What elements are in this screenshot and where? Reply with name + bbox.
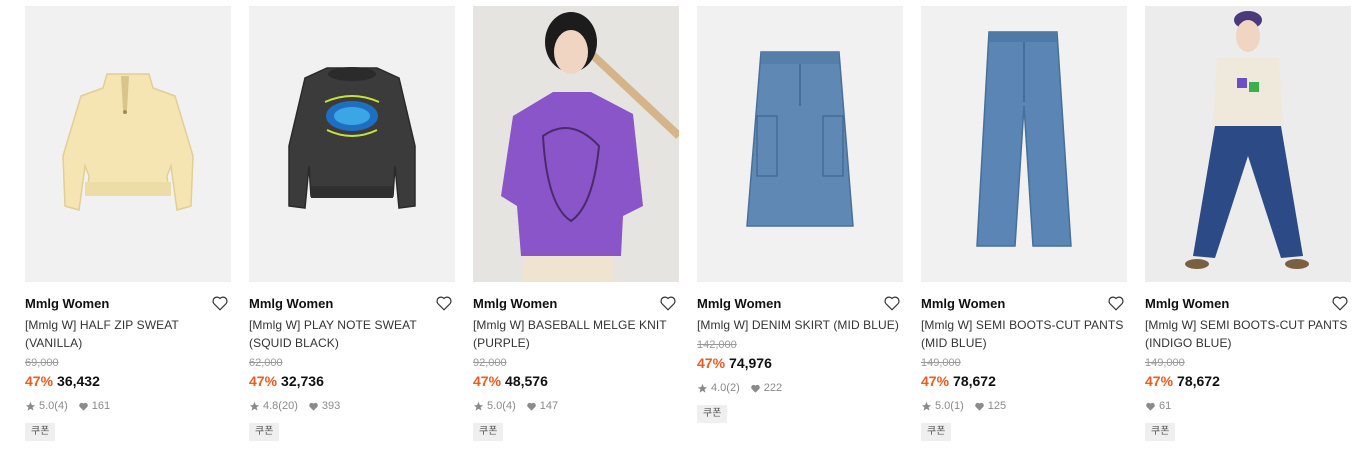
heart-filled-icon — [750, 384, 760, 393]
star-icon — [25, 401, 36, 411]
heart-icon[interactable] — [1107, 294, 1125, 312]
original-price: 62,000 — [249, 357, 283, 369]
product-name[interactable]: [Mmlg W] DENIM SKIRT (MID BLUE) — [697, 316, 903, 334]
discount-rate: 47% — [697, 355, 726, 371]
product-name[interactable]: [Mmlg W] PLAY NOTE SWEAT (SQUID BLACK) — [249, 316, 455, 352]
heart-filled-icon — [974, 402, 984, 411]
product-brand[interactable]: Mmlg Women — [921, 296, 1005, 311]
product-image-baseball-knit[interactable] — [473, 6, 679, 282]
product-brand[interactable]: Mmlg Women — [1145, 296, 1229, 311]
product-card[interactable]: Mmlg Women [Mmlg W] DENIM SKIRT (MID BLU… — [697, 6, 903, 423]
star-icon — [697, 383, 708, 393]
rating-value: 5.0 — [935, 400, 951, 412]
sale-price: 32,736 — [281, 373, 324, 389]
product-image-indigo-pants[interactable] — [1145, 6, 1351, 282]
like-count: 393 — [321, 400, 341, 412]
heart-icon[interactable] — [211, 294, 229, 312]
coupon-badge[interactable]: 쿠폰 — [697, 405, 728, 423]
heart-filled-icon — [309, 402, 318, 411]
product-name[interactable]: [Mmlg W] SEMI BOOTS-CUT PANTS (MID BLUE) — [921, 316, 1127, 352]
sale-price: 74,976 — [729, 355, 772, 371]
denim-skirt-icon — [746, 51, 854, 227]
star-icon — [473, 401, 484, 411]
discount-rate: 47% — [921, 373, 950, 389]
vanilla-half-zip-sweat-icon — [62, 73, 194, 211]
heart-icon[interactable] — [659, 294, 677, 312]
product-brand[interactable]: Mmlg Women — [249, 296, 333, 311]
rating-value: 4.8 — [263, 400, 279, 412]
review-count: (4) — [502, 400, 516, 412]
coupon-badge[interactable]: 쿠폰 — [1145, 423, 1176, 441]
product-meta: 5.0 (1) 125 — [921, 399, 1127, 413]
product-card[interactable]: Mmlg Women [Mmlg W] BASEBALL MELGE KNIT(… — [473, 6, 679, 441]
product-name[interactable]: [Mmlg W] BASEBALL MELGE KNIT (PURPLE) — [473, 316, 679, 352]
sale-price: 36,432 — [57, 373, 100, 389]
heart-filled-icon — [78, 402, 88, 411]
product-meta: 61 — [1145, 399, 1351, 413]
model-purple-knit-photo — [473, 6, 679, 282]
mid-blue-pants-icon — [976, 31, 1072, 247]
original-price: 142,000 — [697, 339, 737, 351]
review-count: (20) — [278, 400, 298, 412]
product-name[interactable]: [Mmlg W] HALF ZIP SWEAT (VANILLA) — [25, 316, 231, 352]
product-meta: 5.0 (4) 161 — [25, 399, 231, 413]
product-card[interactable]: Mmlg Women [Mmlg W] SEMI BOOTS-CUT PANTS… — [1145, 6, 1351, 441]
product-name[interactable]: [Mmlg W] SEMI BOOTS-CUT PANTS (INDIGO BLU… — [1145, 316, 1351, 352]
discount-rate: 47% — [473, 373, 502, 389]
original-price: 149,000 — [1145, 357, 1185, 369]
like-count: 125 — [987, 400, 1007, 412]
like-count: 61 — [1159, 400, 1172, 412]
review-count: (2) — [726, 382, 740, 394]
star-icon — [249, 401, 260, 411]
original-price: 69,000 — [25, 357, 59, 369]
product-brand[interactable]: Mmlg Women — [473, 296, 557, 311]
heart-icon[interactable] — [1331, 294, 1349, 312]
heart-icon[interactable] — [883, 294, 901, 312]
black-play-note-sweat-icon — [288, 67, 416, 209]
review-count: (1) — [950, 400, 964, 412]
like-count: 161 — [91, 400, 111, 412]
product-card[interactable]: Mmlg Women [Mmlg W] PLAY NOTE SWEAT (SQUI… — [249, 6, 455, 441]
discount-rate: 47% — [1145, 373, 1174, 389]
discount-rate: 47% — [25, 373, 54, 389]
rating-value: 5.0 — [487, 400, 503, 412]
coupon-badge[interactable]: 쿠폰 — [249, 423, 280, 441]
rating-value: 4.0 — [711, 382, 727, 394]
product-image-vanilla-sweat[interactable] — [25, 6, 231, 282]
coupon-badge[interactable]: 쿠폰 — [921, 423, 952, 441]
product-image-mid-blue-pants[interactable] — [921, 6, 1127, 282]
discount-rate: 47% — [249, 373, 278, 389]
product-card[interactable]: Mmlg Women [Mmlg W] HALF ZIP SWEAT (VANIL… — [25, 6, 231, 441]
like-count: 147 — [539, 400, 559, 412]
coupon-badge[interactable]: 쿠폰 — [473, 423, 504, 441]
review-count: (4) — [54, 400, 68, 412]
product-meta: 4.0 (2) 222 — [697, 381, 903, 395]
star-icon — [921, 401, 932, 411]
product-card[interactable]: Mmlg Women [Mmlg W] SEMI BOOTS-CUT PANTS… — [921, 6, 1127, 441]
heart-filled-icon — [1146, 402, 1155, 411]
product-brand[interactable]: Mmlg Women — [25, 296, 109, 311]
model-indigo-pants-photo — [1145, 6, 1351, 282]
product-meta: 4.8 (20) 393 — [249, 399, 455, 413]
heart-icon[interactable] — [435, 294, 453, 312]
sale-price: 48,576 — [505, 373, 548, 389]
coupon-badge[interactable]: 쿠폰 — [25, 423, 56, 441]
heart-filled-icon — [526, 402, 536, 411]
original-price: 149,000 — [921, 357, 961, 369]
original-price: 92,000 — [473, 357, 507, 369]
product-brand[interactable]: Mmlg Women — [697, 296, 781, 311]
sale-price: 78,672 — [1177, 373, 1220, 389]
product-image-denim-skirt[interactable] — [697, 6, 903, 282]
like-count: 222 — [763, 382, 783, 394]
rating-value: 5.0 — [39, 400, 55, 412]
product-meta: 5.0 (4) 147 — [473, 399, 679, 413]
product-image-play-note-sweat[interactable] — [249, 6, 455, 282]
sale-price: 78,672 — [953, 373, 996, 389]
